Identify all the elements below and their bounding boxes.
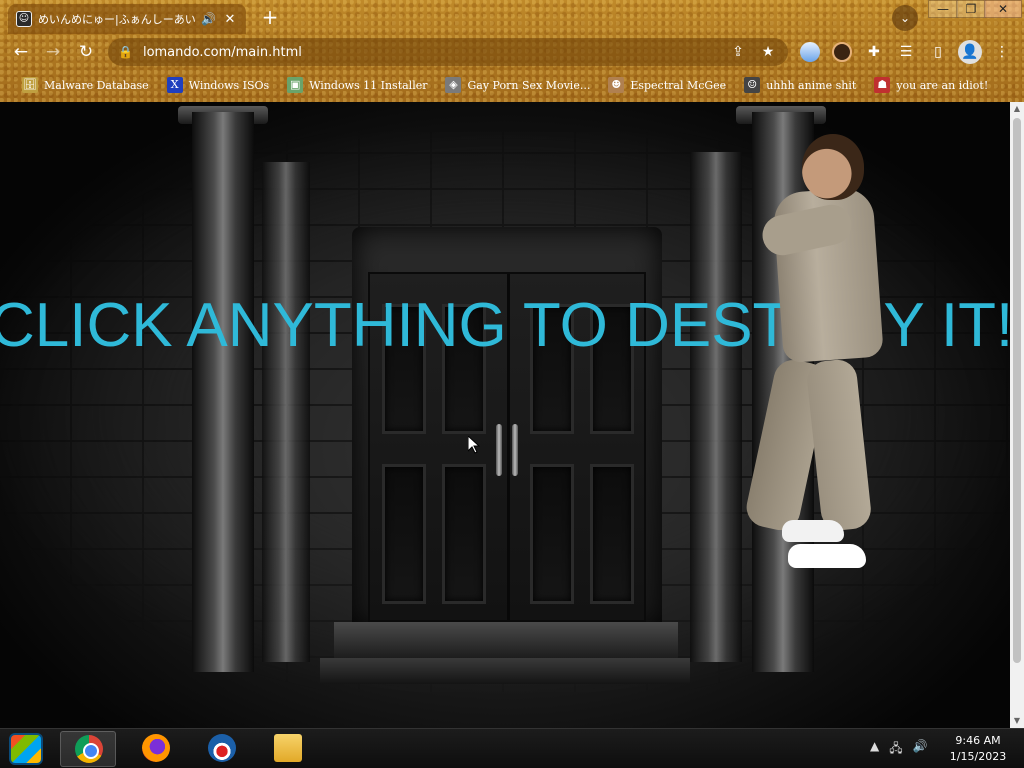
back-button[interactable]: ←: [8, 40, 34, 66]
bookmark-star-icon[interactable]: ★: [758, 44, 778, 60]
tab-main-menu[interactable]: ☺ めいんめにゅー|ふぁんしーあいらんど 🔊 ✕: [8, 4, 246, 34]
tab-title: めいんめにゅー|ふぁんしーあいらんど: [38, 13, 196, 26]
taskbar-chrome[interactable]: [60, 731, 116, 767]
scroll-up-icon[interactable]: ▲: [1010, 102, 1024, 116]
side-panel-icon[interactable]: ▯: [928, 42, 948, 62]
forward-button[interactable]: →: [40, 40, 66, 66]
globe-extension-icon[interactable]: [800, 42, 820, 62]
page-scrollbar[interactable]: ▲ ▼: [1010, 102, 1024, 728]
door-panel: [590, 464, 634, 604]
browser-chrome: ☺ めいんめにゅー|ふぁんしーあいらんど 🔊 ✕ + ⌄ — ❐ ✕ ← → ↻…: [0, 0, 1024, 102]
window-maximize-button[interactable]: ❐: [956, 0, 986, 18]
system-tray: ▲ 🖧 🔊: [870, 739, 928, 760]
bookmark-label: you are an idiot!: [896, 78, 989, 92]
bookmark-favicon-icon: ☻: [608, 77, 625, 93]
tab-strip: ☺ めいんめにゅー|ふぁんしーあいらんど 🔊 ✕ + ⌄ — ❐ ✕: [0, 0, 1024, 34]
taskbar-firefox[interactable]: [128, 731, 184, 767]
bookmark-label: uhhh anime shit: [766, 78, 857, 92]
bookmark-item[interactable]: X Windows ISOs: [159, 74, 277, 96]
door-step: [334, 622, 678, 658]
taskbar-file-explorer[interactable]: [260, 731, 316, 767]
bookmark-label: Malware Database: [44, 78, 149, 92]
playlist-icon[interactable]: ☰: [896, 42, 916, 62]
window-minimize-button[interactable]: —: [928, 0, 958, 18]
door-panel: [382, 464, 426, 604]
menu-icon[interactable]: ⋮: [992, 42, 1012, 62]
share-icon[interactable]: ⇪: [728, 44, 748, 60]
scroll-down-icon[interactable]: ▼: [1010, 714, 1024, 728]
chrome-icon: [75, 735, 103, 763]
profile-icon[interactable]: 👤: [958, 40, 982, 64]
dancer-shoe: [782, 520, 844, 542]
address-url[interactable]: lomando.com/main.html: [143, 45, 718, 60]
network-icon[interactable]: 🖧: [889, 739, 902, 760]
clock-date: 1/15/2023: [949, 750, 1007, 763]
bookmark-favicon-icon: ▣: [287, 77, 304, 93]
door-step: [320, 658, 690, 684]
bookmarks-bar: 🗄 Malware Database X Windows ISOs ▣ Windows 1…: [0, 72, 1024, 98]
firefox-icon: [142, 734, 170, 762]
pillar: [192, 112, 254, 672]
bookmark-item[interactable]: ☗ you are an idiot!: [866, 74, 996, 96]
folder-icon: [274, 734, 302, 762]
start-button[interactable]: [6, 731, 46, 767]
volume-icon[interactable]: 🔊: [913, 739, 928, 760]
dancer-head: [802, 134, 864, 200]
door-handle[interactable]: [512, 424, 518, 476]
door-panel: [530, 464, 574, 604]
scrollbar-thumb[interactable]: [1013, 118, 1021, 663]
audio-playing-icon[interactable]: 🔊: [201, 12, 216, 26]
puzzle-icon[interactable]: ✚: [864, 42, 884, 62]
page-content[interactable]: CLICK ANYTHING TO DESTROY IT!!: [0, 102, 1010, 728]
door-panel: [442, 464, 486, 604]
bookmark-item[interactable]: 🗄 Malware Database: [14, 74, 157, 96]
clock-time: 9:46 AM: [955, 734, 1001, 747]
bookmark-favicon-icon: X: [166, 77, 183, 93]
lock-icon[interactable]: 🔒: [118, 45, 133, 59]
obama-logo-icon: [208, 734, 236, 762]
dancer-shoe: [788, 544, 866, 568]
dancer-leg: [805, 357, 873, 533]
bookmark-item[interactable]: ▣ Windows 11 Installer: [279, 74, 435, 96]
tab-search-button[interactable]: ⌄: [892, 5, 918, 31]
browser-toolbar: ← → ↻ 🔒 lomando.com/main.html ⇪ ★ ✚ ☰ ▯ …: [0, 34, 1024, 70]
bookmark-item[interactable]: ☻ Espectral McGee: [600, 74, 734, 96]
bookmark-label: Espectral McGee: [630, 78, 727, 92]
bookmark-label: Windows 11 Installer: [309, 78, 428, 92]
bookmark-label: Gay Porn Sex Movie...: [467, 78, 591, 92]
anime-girl-icon: ☺: [16, 11, 32, 27]
bookmark-item[interactable]: ☺ uhhh anime shit: [736, 74, 864, 96]
new-tab-button[interactable]: +: [258, 6, 282, 30]
taskbar: ▲ 🖧 🔊 9:46 AM 1/15/2023: [0, 728, 1024, 768]
bookmark-favicon-icon: ◈: [445, 77, 462, 93]
tab-close-icon[interactable]: ✕: [222, 12, 238, 27]
bookmark-favicon-icon: 🗄: [22, 77, 38, 93]
tray-chevron-icon[interactable]: ▲: [870, 739, 879, 760]
pillar: [262, 162, 310, 662]
pillar: [690, 152, 742, 662]
bookmark-label: Windows ISOs: [188, 78, 270, 92]
door-handle[interactable]: [496, 424, 502, 476]
bookmark-favicon-icon: ☗: [874, 77, 891, 93]
windows-logo-icon: [9, 733, 43, 765]
address-bar[interactable]: 🔒 lomando.com/main.html ⇪ ★: [108, 38, 788, 66]
avatar-extension-icon[interactable]: [832, 42, 852, 62]
dancing-man-image[interactable]: [742, 130, 900, 580]
bookmark-item[interactable]: ◈ Gay Porn Sex Movie...: [437, 74, 598, 96]
taskbar-obama-logo[interactable]: [194, 731, 250, 767]
bookmark-favicon-icon: ☺: [744, 77, 761, 93]
system-clock[interactable]: 9:46 AM 1/15/2023: [940, 733, 1016, 765]
reload-button[interactable]: ↻: [73, 40, 99, 66]
window-close-button[interactable]: ✕: [984, 0, 1022, 18]
